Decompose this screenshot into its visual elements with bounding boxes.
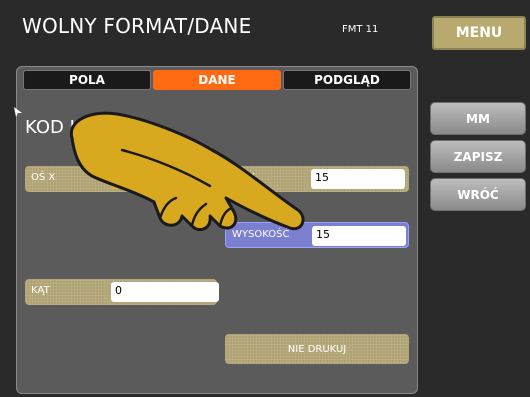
format-code: FMT 11 <box>342 24 379 35</box>
menu-button[interactable]: MENU <box>432 16 526 50</box>
wysokosc-input[interactable]: 15 <box>312 226 406 246</box>
tab-strip: POLA DANE PODGLĄD <box>23 70 411 92</box>
page-title: WOLNY FORMAT/DANE <box>22 14 252 38</box>
kat-input[interactable]: 0 <box>111 282 219 302</box>
pointing-hand-icon <box>69 111 305 232</box>
os-y-input[interactable]: 15 <box>311 169 405 189</box>
tab-dane[interactable]: DANE <box>153 70 281 90</box>
tab-pola[interactable]: POLA <box>23 70 151 90</box>
kat-field[interactable]: KĄT 0 <box>25 279 219 305</box>
back-button[interactable]: WRÓĆ <box>430 178 526 211</box>
cursor-icon <box>14 107 22 117</box>
nie-drukuj-button[interactable]: NIE DRUKUJ <box>225 334 409 364</box>
mm-button[interactable]: MM <box>430 102 526 135</box>
kat-label: KĄT <box>31 285 50 296</box>
tab-podglad[interactable]: PODGLĄD <box>283 70 411 90</box>
save-button[interactable]: ZAPISZ <box>430 140 526 173</box>
os-x-label: OŚ X <box>31 172 56 183</box>
